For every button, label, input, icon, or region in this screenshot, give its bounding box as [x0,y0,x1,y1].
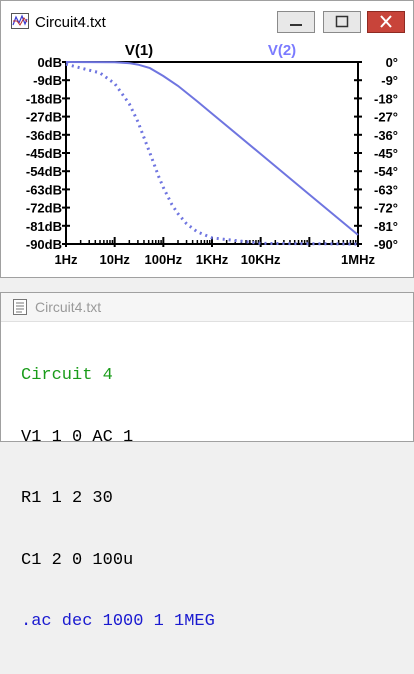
netlist-editor[interactable]: Circuit 4 V1 1 0 AC 1 R1 1 2 30 C1 2 0 1… [21,325,215,674]
bode-plot[interactable]: V(1) V(2) 0dB 0° -9dB -9° -18dB -18° -27dB -27°… [1,41,413,277]
y-right-tick-label: -54° [374,164,398,179]
legend-v1[interactable]: V(1) [125,42,153,59]
document-icon [13,299,27,315]
y-left-tick-label: -45dB [26,146,62,161]
netlist-line-title[interactable]: Circuit 4 [21,366,215,387]
y-left-tick-label: -27dB [26,110,62,125]
netlist-window-title: Circuit4.txt [35,299,102,315]
y-left-tick-label: 0dB [37,55,62,70]
y-right-tick-label: -81° [374,219,398,234]
y-left-tick-label: -81dB [26,219,62,234]
x-tick-label: 1MHz [341,252,375,267]
netlist-line-capacitor[interactable]: C1 2 0 100u [21,551,215,572]
close-button[interactable] [367,11,405,33]
y-left-tick-label: -72dB [26,201,62,216]
x-tick-label: 100Hz [145,252,183,267]
plot-area[interactable]: V(1) V(2) 0dB 0° -9dB -9° -18dB -18° -27dB -27°… [1,41,413,277]
y-right-tick-label: -90° [374,237,398,252]
mdi-background [0,278,414,292]
y-right-tick-label: -36° [374,128,398,143]
y-left-tick-label: -18dB [26,91,62,106]
y-left-tick-label: -63dB [26,182,62,197]
y-left-tick-label: -90dB [26,237,62,252]
netlist-line-resistor[interactable]: R1 1 2 30 [21,489,215,510]
y-right-tick-label: 0° [386,55,398,70]
maximize-icon [335,15,349,28]
y-left-tick-label: -54dB [26,164,62,179]
y-left-tick-label: -36dB [26,128,62,143]
axis-ticks [62,61,362,247]
y-right-tick-label: -63° [374,182,398,197]
netlist-window: Circuit4.txt Circuit 4 V1 1 0 AC 1 R1 1 … [0,292,414,631]
netlist-window-titlebar[interactable]: Circuit4.txt [1,293,413,322]
close-icon [380,15,392,28]
y-left-tick-label: -9dB [33,73,62,88]
plot-window: Circuit4.txt V(1) V(2) 0dB 0° -9dB -9° -18dB… [0,0,414,278]
waveform-app-icon [11,13,29,29]
netlist-line-source[interactable]: V1 1 0 AC 1 [21,428,215,449]
x-tick-label: 10KHz [241,252,281,267]
axis-tick-labels: 0dB 0° -9dB -9° -18dB -18° -27dB -27° -36dB -36° -… [26,55,398,267]
maximize-button[interactable] [323,11,361,33]
plot-window-titlebar[interactable]: Circuit4.txt [1,1,413,41]
y-right-tick-label: -72° [374,201,398,216]
y-right-tick-label: -18° [374,91,398,106]
minimize-button[interactable] [277,11,315,33]
y-right-tick-label: -9° [381,73,398,88]
plot-frame [65,61,359,245]
legend-v2[interactable]: V(2) [268,42,296,59]
plot-window-title: Circuit4.txt [35,14,106,31]
y-right-tick-label: -27° [374,110,398,125]
x-tick-label: 1Hz [54,252,78,267]
minimize-icon [290,24,302,26]
x-tick-label: 10Hz [99,252,130,267]
x-tick-label: 1KHz [196,252,229,267]
netlist-line-ac-directive[interactable]: .ac dec 1000 1 1MEG [21,612,215,633]
y-right-tick-label: -45° [374,146,398,161]
v2-magnitude-trace [65,61,359,236]
v2-phase-trace [65,62,359,246]
